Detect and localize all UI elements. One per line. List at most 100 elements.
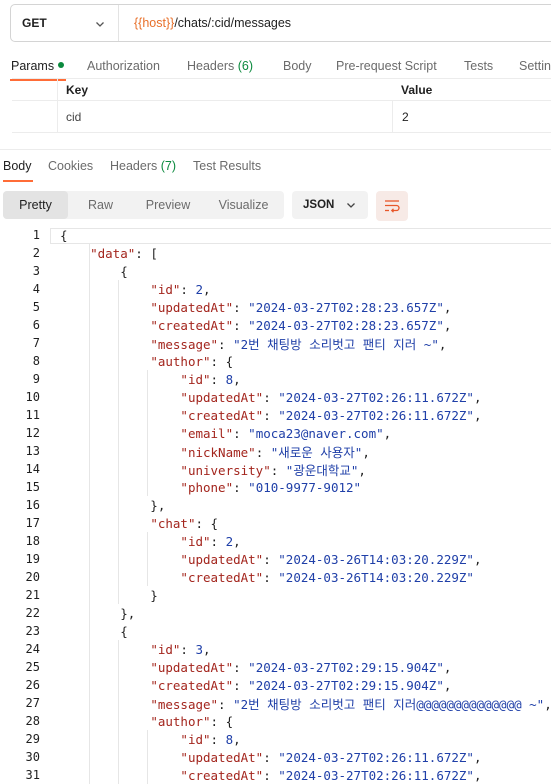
line-number: 7 (32, 336, 40, 350)
code-text: "chat": { (150, 515, 219, 531)
tab-response-body[interactable]: Body (3, 159, 32, 173)
request-tabs: Params Authorization Headers (6) Body Pr… (0, 56, 551, 80)
tab-authorization[interactable]: Authorization (87, 59, 160, 73)
code-line: 22 }, (0, 604, 551, 622)
code-line: 17 "chat": { (0, 514, 551, 532)
tab-tests[interactable]: Tests (464, 59, 493, 73)
line-number: 6 (32, 318, 40, 332)
params-row-checkbox-cell (12, 101, 58, 132)
code-line: 24 "id": 3, (0, 640, 551, 658)
tab-body[interactable]: Body (283, 59, 312, 73)
tab-response-headers[interactable]: Headers (7) (110, 159, 176, 173)
code-text: "createdAt": "2024-03-26T14:03:20.229Z" (180, 569, 474, 585)
line-number: 17 (25, 516, 40, 530)
code-line: 7 "message": "2번 채팅방 소리벗고 팬티 지러 ~", (0, 334, 551, 352)
chevron-down-icon (347, 203, 355, 208)
param-key-cell[interactable]: cid (66, 101, 81, 132)
line-number: 1 (32, 228, 40, 242)
code-line: 12 "email": "moca23@naver.com", (0, 424, 551, 442)
params-checkbox-column (12, 79, 58, 100)
code-line: 21 } (0, 586, 551, 604)
line-number: 16 (25, 498, 40, 512)
code-text: }, (60, 605, 136, 621)
line-number: 28 (25, 714, 40, 728)
code-text: { (60, 623, 128, 639)
wrap-lines-button[interactable] (376, 191, 408, 221)
code-line: 28 "author": { (0, 712, 551, 730)
param-value-cell[interactable]: 2 (392, 101, 551, 132)
line-number: 26 (25, 678, 40, 692)
code-text: { (60, 227, 68, 243)
code-line: 23 { (0, 622, 551, 640)
wrap-lines-icon (385, 200, 400, 213)
line-number: 22 (25, 606, 40, 620)
line-number: 4 (32, 282, 40, 296)
line-number: 23 (25, 624, 40, 638)
line-number: 19 (25, 552, 40, 566)
view-mode-pretty[interactable]: Pretty (3, 191, 68, 219)
code-text: } (60, 587, 158, 603)
code-text: "createdAt": "2024-03-27T02:26:11.672Z", (180, 407, 482, 423)
code-text: "phone": "010-9977-9012" (180, 479, 362, 495)
code-text: "id": 8, (180, 731, 241, 747)
line-number: 12 (25, 426, 40, 440)
code-line: 13 "nickName": "새로운 사용자", (0, 442, 551, 460)
code-text: "id": 2, (180, 533, 241, 549)
view-mode-visualize[interactable]: Visualize (203, 191, 284, 219)
method-select[interactable]: GET (11, 5, 119, 41)
tab-pre-request-script[interactable]: Pre-request Script (336, 59, 437, 73)
code-line: 15 "phone": "010-9977-9012" (0, 478, 551, 496)
tab-headers[interactable]: Headers (6) (187, 59, 253, 73)
indent-guide (147, 370, 148, 496)
view-mode-raw[interactable]: Raw (68, 191, 133, 219)
params-key-header: Key (66, 82, 89, 97)
code-text: "author": { (150, 353, 234, 369)
code-text: "updatedAt": "2024-03-27T02:26:11.672Z", (180, 749, 482, 765)
line-number: 11 (25, 408, 40, 422)
headers-count: (6) (237, 59, 254, 73)
view-mode-switch: Pretty Raw Preview Visualize (3, 191, 284, 219)
code-text: "id": 8, (180, 371, 241, 387)
response-body-editor[interactable]: 1{2 "data": [3 {4 "id": 2, 5 "updatedAt":… (0, 225, 551, 784)
code-line: 10 "updatedAt": "2024-03-27T02:26:11.672… (0, 388, 551, 406)
line-number: 27 (25, 696, 40, 710)
indent-guide (89, 244, 90, 784)
code-text: { (60, 263, 128, 279)
chevron-down-icon (96, 22, 104, 27)
code-line: 6 "createdAt": "2024-03-27T02:28:23.657Z… (0, 316, 551, 334)
format-select[interactable]: JSON (292, 191, 368, 219)
code-line: 31 "createdAt": "2024-03-27T02:26:11.672… (0, 766, 551, 784)
code-line: 2 "data": [ (0, 244, 551, 262)
line-number: 31 (25, 768, 40, 782)
params-table: Key Value cid 2 (12, 78, 551, 133)
code-line: 1{ (0, 226, 551, 244)
tab-cookies[interactable]: Cookies (48, 159, 93, 173)
code-line: 30 "updatedAt": "2024-03-27T02:26:11.672… (0, 748, 551, 766)
table-row: cid 2 (12, 101, 551, 133)
tab-settings[interactable]: Settin (519, 59, 551, 73)
code-line: 26 "createdAt": "2024-03-27T02:29:15.904… (0, 676, 551, 694)
line-number: 8 (32, 354, 40, 368)
line-number: 10 (25, 390, 40, 404)
method-label: GET (22, 16, 47, 30)
tab-params[interactable]: Params (11, 59, 65, 73)
code-text: }, (60, 497, 166, 513)
code-line: 20 "createdAt": "2024-03-26T14:03:20.229… (0, 568, 551, 586)
code-line: 5 "updatedAt": "2024-03-27T02:28:23.657Z… (0, 298, 551, 316)
line-number: 5 (32, 300, 40, 314)
request-url-bar: GET {{host}}/chats/:cid/messages (10, 4, 551, 42)
code-line: 16 }, (0, 496, 551, 514)
indent-guide (147, 532, 148, 586)
line-number: 25 (25, 660, 40, 674)
code-text: "updatedAt": "2024-03-27T02:26:11.672Z", (180, 389, 482, 405)
url-input[interactable]: {{host}}/chats/:cid/messages (119, 16, 291, 30)
line-number: 2 (32, 246, 40, 260)
view-mode-preview[interactable]: Preview (133, 191, 203, 219)
code-line: 25 "updatedAt": "2024-03-27T02:29:15.904… (0, 658, 551, 676)
tab-test-results[interactable]: Test Results (193, 159, 261, 173)
line-number: 21 (25, 588, 40, 602)
code-text: "nickName": "새로운 사용자", (180, 444, 370, 460)
code-line: 18 "id": 2, (0, 532, 551, 550)
panel-divider (0, 149, 551, 150)
line-number: 29 (25, 732, 40, 746)
